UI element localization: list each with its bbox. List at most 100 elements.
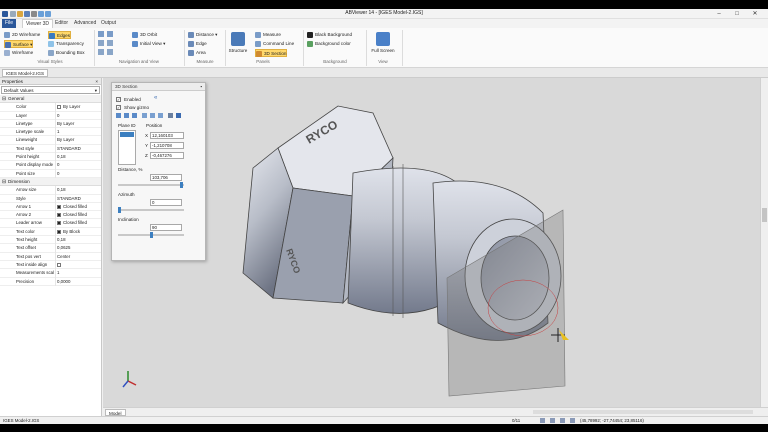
status-icon[interactable] [560,418,565,423]
azimuth-field[interactable]: 0 [150,199,182,206]
tab-output[interactable]: Output [98,19,119,28]
tab-editor[interactable]: Editor [52,19,71,28]
azimuth-slider-thumb[interactable] [118,207,121,213]
document-tab[interactable]: IGES Model-2.IGS [2,69,49,77]
property-value[interactable]: By Block [55,227,101,237]
structure-button[interactable]: Structure [228,32,248,53]
property-row[interactable]: Text height 0,18 [0,236,101,245]
property-value[interactable] [55,260,101,270]
x-field[interactable]: 12,160103 [150,132,184,139]
surface-button[interactable]: Surface ▾ [4,40,34,48]
add-plane-icon[interactable] [116,113,121,118]
property-category[interactable]: Dimension [0,177,101,187]
property-value[interactable]: 0,18 [55,153,101,162]
property-value[interactable]: By Layer [55,119,101,129]
align-z-icon[interactable] [158,113,163,118]
flip-plane-icon[interactable] [132,113,137,118]
property-value[interactable]: Center [55,252,101,261]
property-row[interactable]: Text offset 0,0625 [0,244,101,253]
property-value[interactable]: 0 [55,169,101,178]
2d-wireframe-button[interactable]: 2D Wireframe [4,31,40,39]
edges-button[interactable]: Edges [48,31,72,39]
align-y-icon[interactable] [150,113,155,118]
horizontal-scrollbar[interactable] [533,410,753,414]
zoom-icon[interactable] [107,40,114,46]
area-button[interactable]: Area [188,49,206,57]
property-row[interactable]: Precision 0,0000 [0,277,101,286]
back-icon[interactable]: « [154,95,157,101]
command-line-button[interactable]: Command Line [255,40,294,48]
save-section-icon[interactable] [176,113,181,118]
pan-icon[interactable] [98,40,104,46]
wireframe-button[interactable]: Wireframe [4,49,33,57]
distance-button[interactable]: Distance ▾ [188,31,217,39]
plane-list-item[interactable] [120,132,134,137]
measure-panel-button[interactable]: Measure [255,31,281,39]
property-row[interactable]: Arrow 1 Closed filled [0,202,101,212]
3d-orbit-button[interactable]: 3D Orbit [132,31,157,39]
background-color-button[interactable]: Background color [307,40,351,48]
azimuth-slider[interactable] [118,209,184,211]
property-value[interactable]: By Layer [55,103,101,112]
property-value[interactable]: 0 [55,161,101,170]
bounding-box-button[interactable]: Bounding Box [48,49,85,57]
3d-section-button[interactable]: 3D Section [255,49,288,57]
minimize-icon[interactable]: – [712,9,726,19]
zoom-extents-icon[interactable] [98,31,104,37]
property-row[interactable]: Lineweight By Layer [0,136,101,145]
property-row[interactable]: Arrow size 0,18 [0,186,101,195]
tab-viewer-3d[interactable]: Viewer 3D [22,19,53,28]
initial-view-button[interactable]: Initial View ▾ [132,40,165,48]
inclination-field[interactable]: 90 [150,224,182,231]
reset-icon[interactable] [168,113,173,118]
rotate-icon[interactable] [98,49,104,55]
status-icon[interactable] [550,418,555,423]
remove-plane-icon[interactable] [124,113,129,118]
transparency-button[interactable]: Transparency [48,40,84,48]
property-row[interactable]: Text inside align [0,260,101,270]
close-icon[interactable]: × [95,78,98,85]
property-value[interactable]: STANDARD [55,194,101,203]
zoom-window-icon[interactable] [107,31,114,37]
distance-slider[interactable] [118,184,184,186]
property-row[interactable]: Style STANDARD [0,194,101,203]
fit-icon[interactable] [107,49,114,55]
vertical-scrollbar[interactable] [760,78,768,407]
scrollbar-thumb[interactable] [762,208,767,222]
close-icon[interactable]: ▪ [200,83,202,91]
black-background-button[interactable]: Black Background [307,31,352,39]
enabled-checkbox[interactable]: ✓ [116,97,121,102]
property-row[interactable]: Point display mode 0 [0,161,101,170]
property-row[interactable]: Text pos vert Center [0,252,101,261]
property-row[interactable]: Measurements scal 1 [0,269,101,278]
maximize-icon[interactable]: □ [730,9,744,19]
y-field[interactable]: -1,210708 [150,142,184,149]
property-row[interactable]: Layer 0 [0,111,101,120]
property-row[interactable]: Linetype scale 1 [0,128,101,137]
property-value[interactable]: 0,0000 [55,277,101,286]
property-row[interactable]: Linetype By Layer [0,119,101,129]
model-tab[interactable]: Model [105,409,126,416]
tab-advanced[interactable]: Advanced [71,19,99,28]
distance-field[interactable]: 103,706 [150,174,182,181]
property-value[interactable]: Closed filled [55,219,101,228]
properties-selector[interactable]: Default Values ▾ [1,86,100,94]
status-icon[interactable] [570,418,575,423]
property-value[interactable]: By Layer [55,136,101,145]
property-value[interactable]: Closed filled [55,202,101,212]
status-icon[interactable] [540,418,545,423]
property-row[interactable]: Text color By Block [0,227,101,237]
z-field[interactable]: -0,467276 [150,152,184,159]
property-row[interactable]: Arrow 2 Closed filled [0,211,101,220]
property-value[interactable]: 0,18 [55,236,101,245]
plane-list[interactable] [118,130,136,165]
align-x-icon[interactable] [142,113,147,118]
edge-button[interactable]: Edge [188,40,207,48]
property-value[interactable]: 0,0625 [55,244,101,253]
full-screen-button[interactable]: Full Screen [370,32,396,53]
property-value[interactable]: 0 [55,111,101,120]
show-gizmo-checkbox[interactable]: ✓ [116,105,121,110]
property-row[interactable]: Text style STANDARD [0,144,101,154]
close-icon[interactable]: ✕ [748,9,762,19]
property-category[interactable]: General [0,95,101,104]
